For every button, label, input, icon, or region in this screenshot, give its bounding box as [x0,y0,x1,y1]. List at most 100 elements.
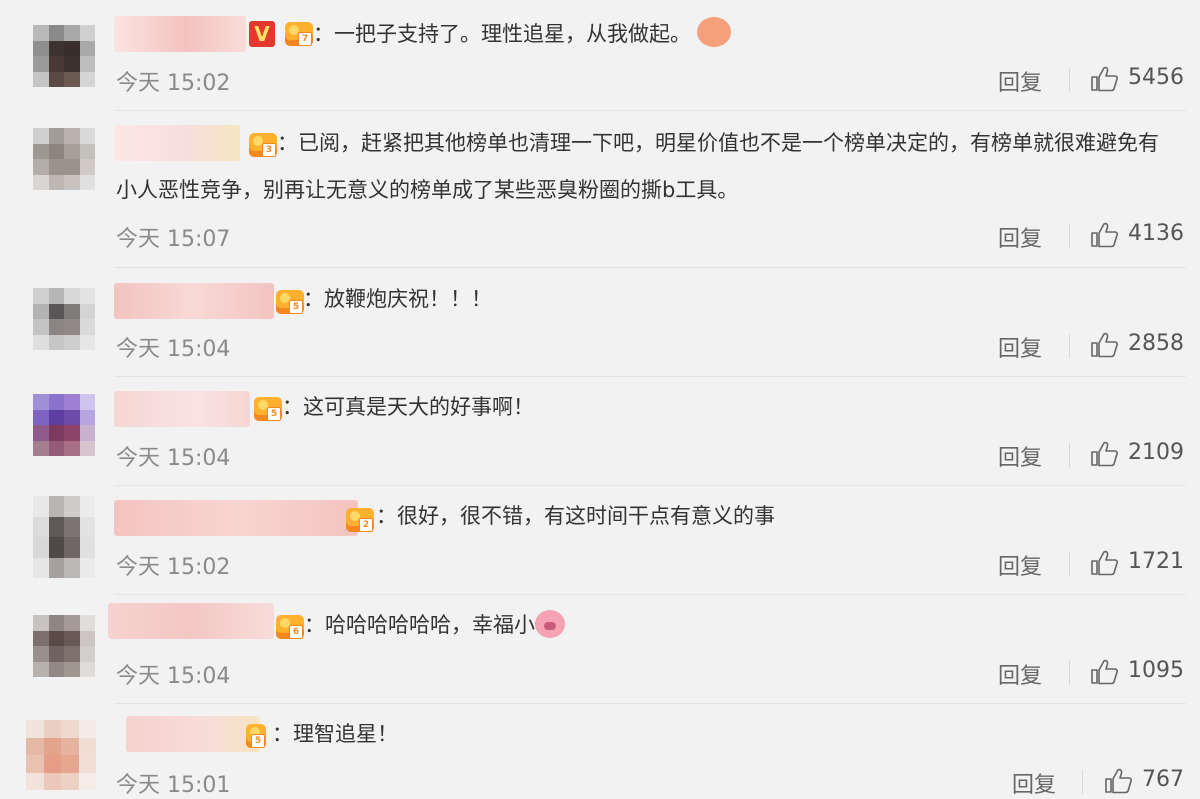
thumbs-up-icon[interactable] [1090,222,1118,248]
avatar-pixel [48,288,64,304]
avatar-pixel [79,394,95,410]
avatar-pixel [64,56,80,72]
timestamp: 今天 15:04 [116,446,231,471]
avatar[interactable] [26,720,96,790]
avatar-pixel [79,440,95,456]
comment-text: ：这可真是天大的好事啊！ [282,395,534,419]
avatar-pixel [33,143,49,159]
avatar-pixel [64,425,80,441]
avatar-pixel [79,25,95,41]
avatar-pixel [48,334,64,350]
avatar-pixel [48,303,64,319]
timestamp: 今天 15:07 [116,227,231,252]
avatar[interactable] [33,615,95,677]
avatar-pixel [26,755,44,773]
level-badge: 5 [246,724,266,748]
avatar-pixel [48,646,64,662]
like-count: 1721 [1128,549,1184,574]
avatar-pixel [64,143,80,159]
comment-text: ：已阅，赶紧把其他榜单也清理一下吧，明星价值也不是一个榜单决定的，有榜单就很难避… [116,131,1159,202]
avatar-pixel [33,334,49,350]
comment-item: 2 ：很好，很不错，有这时间干点有意义的事 今天 15:02 回复 1721 [0,486,1200,595]
avatar[interactable] [33,394,95,456]
avatar-pixel [48,516,64,537]
avatar-pixel [64,516,80,537]
reply-button[interactable]: 回复 [998,331,1042,363]
avatar-pixel [48,319,64,335]
divider [1069,224,1070,248]
avatar-pixel [78,772,96,790]
timestamp: 今天 15:02 [116,71,231,96]
avatar-pixel [43,720,61,738]
avatar-pixel [48,143,64,159]
level-badge: 2 [346,508,374,532]
avatar-pixel [79,630,95,646]
avatar-pixel [79,537,95,558]
thumbs-up-icon[interactable] [1090,550,1118,576]
thumbs-up-icon[interactable] [1090,659,1118,685]
avatar[interactable] [33,496,95,578]
avatar-pixel [64,319,80,335]
avatar-pixel [48,40,64,56]
reply-button[interactable]: 回复 [998,658,1042,690]
reply-button[interactable]: 回复 [998,65,1042,97]
avatar-pixel [48,425,64,441]
level-badge: 7 [285,22,313,46]
avatar-pixel [48,174,64,190]
reply-button[interactable]: 回复 [998,440,1042,472]
username[interactable] [108,603,274,639]
avatar-pixel [79,646,95,662]
comment-item: 5 ：放鞭炮庆祝！！！ 今天 15:04 回复 2858 [0,268,1200,377]
reply-button[interactable]: 回复 [998,549,1042,581]
username[interactable] [114,283,274,319]
avatar-pixel [26,737,44,755]
avatar[interactable] [33,25,95,87]
avatar-pixel [33,303,49,319]
avatar-pixel [64,630,80,646]
avatar-pixel [79,334,95,350]
like-count: 767 [1142,767,1184,792]
avatar-pixel [78,720,96,738]
avatar-pixel [48,159,64,175]
thumbs-up-icon[interactable] [1090,441,1118,467]
avatar-pixel [61,755,79,773]
timestamp: 今天 15:01 [116,773,231,798]
avatar-pixel [48,56,64,72]
divider [1069,334,1070,358]
avatar-pixel [48,496,64,517]
avatar-pixel [64,646,80,662]
comment-text: ：一把子支持了。理性追星，从我做起。 [313,11,731,58]
avatar-pixel [64,71,80,87]
avatar-pixel [79,40,95,56]
thumbs-up-icon[interactable] [1090,332,1118,358]
avatar-pixel [26,772,44,790]
username[interactable] [126,716,260,752]
level-badge: 5 [276,290,304,314]
avatar-pixel [33,630,49,646]
avatar-pixel [79,496,95,517]
avatar[interactable] [33,288,95,350]
comment-item: 3 ：已阅，赶紧把其他榜单也清理一下吧，明星价值也不是一个榜单决定的，有榜单就很… [0,111,1200,268]
avatar-pixel [33,557,49,578]
level-badge: 6 [276,615,304,639]
avatar-pixel [48,440,64,456]
avatar-pixel [79,159,95,175]
avatar-pixel [48,661,64,677]
reply-button[interactable]: 回复 [998,221,1042,253]
level-number: 5 [251,734,265,748]
level-badge: 5 [254,397,282,421]
username[interactable] [114,16,246,52]
avatar-pixel [79,288,95,304]
username[interactable] [114,500,358,536]
avatar-pixel [79,319,95,335]
thumbs-up-icon[interactable] [1104,768,1132,794]
reply-button[interactable]: 回复 [1012,767,1056,799]
username[interactable] [114,391,250,427]
avatar-pixel [79,174,95,190]
thumbs-up-icon[interactable] [1090,66,1118,92]
comment-item: 5 ：理智追星！ 今天 15:01 回复 767 [0,704,1200,798]
avatar[interactable] [33,128,95,190]
avatar-pixel [33,496,49,517]
avatar-pixel [64,537,80,558]
pig-emoji [535,610,565,638]
